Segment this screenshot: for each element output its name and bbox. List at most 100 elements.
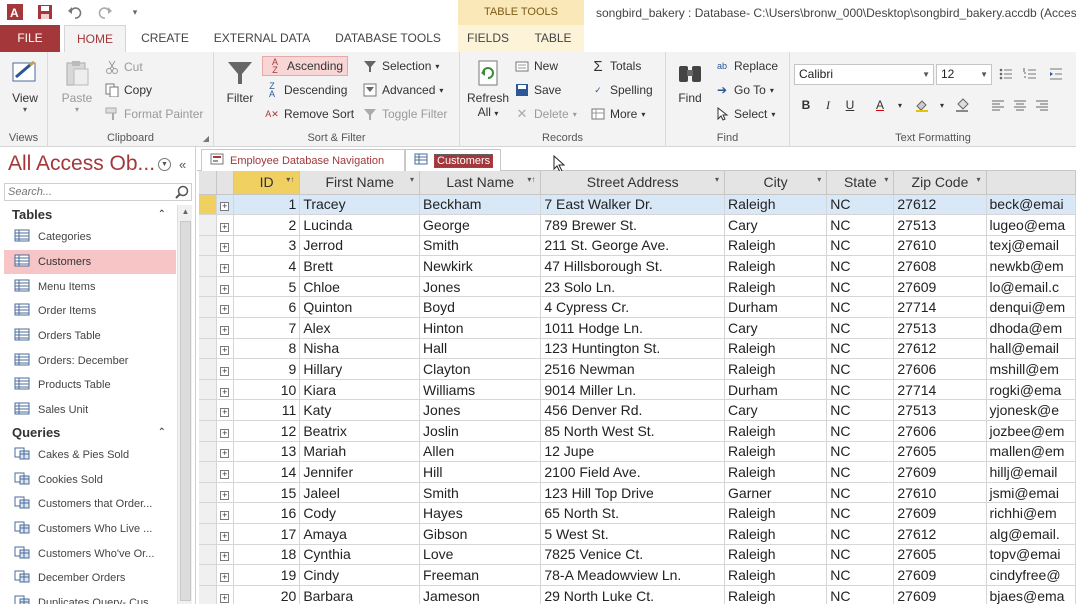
table-cell[interactable]: 27610 [893,482,987,504]
expand-subdatasheet[interactable]: + [216,379,234,401]
table-cell[interactable]: cindyfree@ [986,564,1076,586]
table-cell[interactable]: richhi@em [986,502,1076,524]
plus-icon[interactable]: + [220,428,230,438]
table-cell[interactable]: 27609 [893,502,987,524]
table-cell[interactable]: 123 Hill Top Drive [540,482,726,504]
filter-button[interactable]: Filter [222,58,258,105]
table-cell[interactable]: 20 [233,585,301,604]
table-cell[interactable]: 1 [233,194,301,216]
table-cell[interactable]: NC [826,523,895,545]
record-selector[interactable] [199,399,217,422]
table-cell[interactable]: 27609 [893,585,987,604]
table-cell[interactable]: 78-A Meadowview Ln. [540,564,726,586]
table-cell[interactable]: 27714 [893,379,987,401]
plus-icon[interactable]: + [220,511,230,521]
spelling-button[interactable]: ✓ Spelling [590,80,652,100]
table-row[interactable]: +11 Katy Jones 456 Denver Rd. Cary NC 27513 yjo… [199,399,1076,422]
expand-subdatasheet[interactable]: + [216,482,234,504]
view-button[interactable]: View ▾ [6,58,44,114]
table-row[interactable]: +17 Amaya Gibson 5 West St. Raleigh NC 27612 al… [199,523,1076,545]
table-row[interactable]: +5 Chloe Jones 23 Solo Ln. Raleigh NC 27609 lo@… [199,276,1076,298]
chevron-down-icon[interactable]: ▾ [890,95,910,115]
record-selector[interactable] [199,276,217,298]
table-cell[interactable]: Freeman [419,564,542,586]
record-selector[interactable] [199,585,217,604]
column-header[interactable] [986,171,1076,195]
goto-button[interactable]: ➔ Go To ▾ [714,80,774,100]
plus-icon[interactable]: + [220,593,230,603]
table-cell[interactable]: George [419,214,542,236]
save-record-button[interactable]: Save [514,80,561,100]
table-cell[interactable]: jsmi@emai [986,482,1076,504]
table-row[interactable]: +14 Jennifer Hill 2100 Field Ave. Raleigh NC 2… [199,461,1076,483]
highlight-icon[interactable] [912,95,932,115]
table-row[interactable]: +2 Lucinda George 789 Brewer St. Cary NC 27513… [199,214,1076,236]
column-dropdown-icon[interactable]: ▾ [817,175,821,184]
record-selector[interactable] [199,564,217,586]
tab-external-data[interactable]: EXTERNAL DATA [208,25,316,52]
expand-subdatasheet[interactable]: + [216,523,234,545]
format-painter-button[interactable]: Format Painter [104,104,203,124]
table-row[interactable]: +9 Hillary Clayton 2516 Newman Raleigh NC 2760… [199,358,1076,380]
table-cell[interactable]: 27612 [893,194,987,216]
table-cell[interactable]: hillj@email [986,461,1076,483]
table-cell[interactable]: newkb@em [986,255,1076,277]
table-cell[interactable]: rogki@ema [986,379,1076,401]
table-cell[interactable]: Quinton [299,296,421,319]
nav-item[interactable]: Sales Unit [4,398,176,423]
undo-icon[interactable] [66,3,84,21]
expand-subdatasheet[interactable]: + [216,338,234,360]
table-cell[interactable]: Jennifer [299,461,421,483]
column-dropdown-icon[interactable]: ▾ [715,175,719,184]
table-cell[interactable]: Cindy [299,564,421,586]
nav-item[interactable]: Categories [4,225,176,250]
record-selector[interactable] [199,523,217,545]
new-record-button[interactable]: New [514,56,558,76]
table-cell[interactable]: 27608 [893,255,987,277]
record-selector[interactable] [199,358,217,380]
underline-icon[interactable]: U [840,95,860,115]
font-color-icon[interactable]: A [870,95,890,115]
table-cell[interactable]: Raleigh [724,564,828,586]
expand-subdatasheet[interactable]: + [216,235,234,257]
table-cell[interactable]: 15 [233,482,301,504]
table-cell[interactable]: NC [826,235,895,257]
table-row[interactable]: +15 Jaleel Smith 123 Hill Top Drive Garner NC… [199,482,1076,504]
table-row[interactable]: +13 Mariah Allen 12 Jupe Raleigh NC 27605 malle… [199,441,1076,463]
record-selector[interactable] [199,255,217,277]
expand-subdatasheet[interactable]: + [216,544,234,566]
table-cell[interactable]: Tracey [299,194,421,216]
table-cell[interactable]: Raleigh [724,338,828,360]
table-cell[interactable]: Williams [419,379,542,401]
table-cell[interactable]: lo@email.c [986,276,1076,298]
table-cell[interactable]: Durham [724,379,828,401]
table-cell[interactable]: beck@emai [986,194,1076,216]
plus-icon[interactable]: + [220,284,230,294]
table-cell[interactable]: Jones [419,276,542,298]
record-selector[interactable] [199,317,217,339]
table-cell[interactable]: Lucinda [299,214,421,236]
table-cell[interactable]: bjaes@ema [986,585,1076,604]
save-icon[interactable] [36,3,54,21]
doctab-employee-navigation[interactable]: Employee Database Navigation [201,149,405,171]
table-cell[interactable]: mallen@em [986,441,1076,463]
table-cell[interactable]: Cody [299,502,421,524]
table-cell[interactable]: NC [826,482,895,504]
table-cell[interactable]: Beckham [419,194,542,216]
nav-item[interactable]: Order Items [4,299,176,324]
table-cell[interactable]: 27606 [893,420,987,442]
table-cell[interactable]: 7825 Venice Ct. [540,544,726,566]
column-header[interactable]: Street Address ▾ [540,171,726,195]
expand-subdatasheet[interactable]: + [216,358,234,380]
advanced-button[interactable]: Advanced ▾ [362,80,443,100]
table-cell[interactable]: NC [826,276,895,298]
column-dropdown-icon[interactable]: ▾ [410,175,414,184]
table-cell[interactable]: Raleigh [724,502,828,524]
column-header[interactable]: ID ▾↑ [233,171,301,195]
collapse-chevron-icon[interactable]: ⌃ [158,423,166,443]
table-cell[interactable]: topv@emai [986,544,1076,566]
table-cell[interactable]: Raleigh [724,420,828,442]
table-cell[interactable]: 85 North West St. [540,420,726,442]
table-cell[interactable]: Nisha [299,338,421,360]
table-cell[interactable]: Clayton [419,358,542,380]
